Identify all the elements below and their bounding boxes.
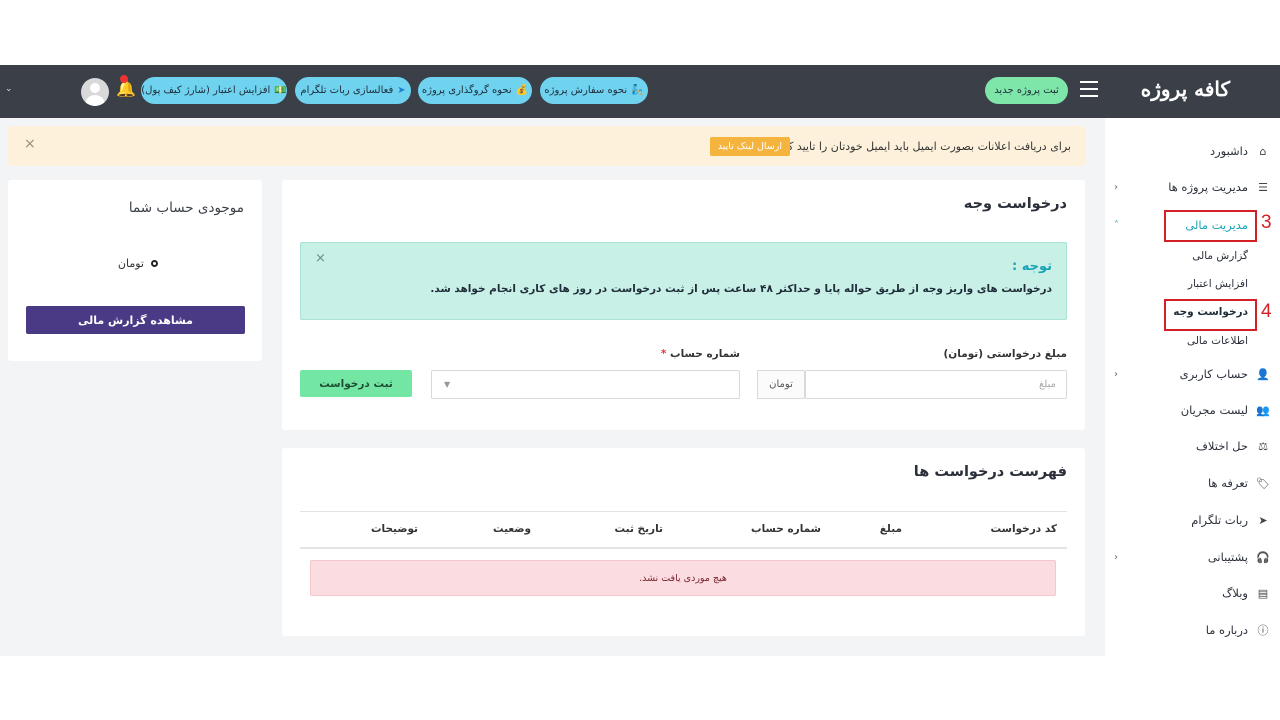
telegram-bot-label: فعالسازی ربات تلگرام	[300, 85, 394, 96]
genie-icon: 🧞	[631, 85, 644, 96]
request-list-card: فهرست درخواست ها کد درخواست مبلغ شماره ح…	[282, 448, 1085, 636]
account-select[interactable]: ▼	[431, 370, 740, 399]
sidebar-item-label: پشتیبانی	[1207, 550, 1248, 564]
amount-label: مبلغ درخواستی (تومان)	[943, 348, 1067, 360]
escrow-guide-button[interactable]: 💰 نحوه گروگذاری پروژه	[418, 77, 532, 104]
email-verify-alert: برای دریافت اعلانات بصورت ایمیل باید ایم…	[8, 126, 1085, 166]
sidebar-item-pricing[interactable]: 🏷 تعرفه ها	[1110, 473, 1270, 493]
sidebar-sub-top-up[interactable]: افزایش اعتبار	[1188, 278, 1248, 290]
top-up-wallet-button[interactable]: 💵 افزایش اعتبار (شارژ کیف پول)	[141, 77, 287, 104]
user-icon: 👤	[1256, 367, 1270, 381]
table-header: کد درخواست مبلغ شماره حساب تاریخ ثبت وضع…	[300, 511, 1067, 549]
menu-toggle-icon[interactable]	[1080, 81, 1098, 97]
sidebar-item-account[interactable]: 👤 حساب کاربری ‹	[1110, 364, 1270, 384]
sidebar-item-blog[interactable]: ▤ وبلاگ	[1110, 583, 1270, 603]
chevron-left-icon: ‹	[1114, 551, 1118, 563]
column-header: کد درخواست	[990, 523, 1057, 535]
sidebar-item-label: مدیریت پروژه ها	[1168, 180, 1248, 194]
withdraw-request-card: درخواست وجه توجه : درخواست های واریز وجه…	[282, 180, 1085, 430]
empty-state-message: هیچ موردی یافت نشد.	[310, 560, 1056, 596]
sidebar-item-telegram[interactable]: ➤ ربات تلگرام	[1110, 510, 1270, 530]
sidebar-item-label: حل اختلاف	[1195, 439, 1248, 453]
sidebar-item-label: تعرفه ها	[1208, 476, 1248, 490]
top-up-wallet-label: افزایش اعتبار (شارژ کیف پول)	[141, 85, 271, 96]
balance-title: موجودی حساب شما	[128, 200, 244, 216]
blog-icon: ▤	[1257, 586, 1269, 600]
chevron-down-icon: ▼	[444, 380, 451, 389]
telegram-icon: ➤	[1258, 513, 1268, 527]
chevron-left-icon: ‹	[1114, 368, 1118, 380]
step-number-3: 3	[1261, 212, 1272, 233]
send-verify-link-button[interactable]: ارسال لینک تایید	[709, 137, 790, 156]
sidebar-sub-financial-report[interactable]: گزارش مالی	[1192, 250, 1248, 262]
home-icon: ⌂	[1259, 144, 1267, 158]
headset-icon: 🎧	[1256, 550, 1270, 564]
sidebar-item-label: درباره ما	[1205, 623, 1248, 637]
page-title: درخواست وجه	[963, 196, 1067, 212]
highlight-box-finance	[1164, 210, 1257, 242]
currency-addon: تومان	[757, 370, 805, 399]
chevron-down-icon[interactable]: ⌄	[5, 84, 13, 94]
column-header: توضیحات	[370, 523, 418, 535]
bell-icon[interactable]: 🔔	[116, 75, 136, 98]
list-title: فهرست درخواست ها	[913, 464, 1067, 480]
alert-message: برای دریافت اعلانات بصورت ایمیل باید ایم…	[772, 140, 1071, 153]
telegram-icon: ➤	[397, 85, 406, 96]
sidebar-sub-financial-info[interactable]: اطلاعات مالی	[1187, 335, 1248, 347]
column-header: وضعیت	[492, 523, 531, 535]
required-mark: *	[660, 348, 667, 360]
sidebar-item-dashboard[interactable]: ⌂ داشبورد	[1110, 141, 1270, 161]
sidebar-item-support[interactable]: 🎧 پشتیبانی ‹	[1110, 547, 1270, 567]
balance-currency: تومان	[117, 257, 144, 270]
avatar[interactable]	[81, 78, 109, 106]
highlight-box-withdraw	[1164, 299, 1257, 331]
new-project-button[interactable]: ثبت پروژه جدید	[985, 77, 1068, 104]
chevron-up-icon: ˄	[1114, 219, 1119, 231]
info-icon: ⓘ	[1257, 624, 1269, 637]
order-guide-label: نحوه سفارش پروژه	[544, 85, 628, 96]
notice-text: درخواست های واریز وجه از طریق حواله پایا…	[430, 283, 1052, 295]
app-root: کافه پروژه ثبت پروژه جدید 🧞 نحوه سفارش پ…	[0, 0, 1280, 720]
site-logo[interactable]: کافه پروژه	[1141, 77, 1230, 101]
account-label: شماره حساب *	[661, 348, 740, 360]
close-icon[interactable]: ×	[315, 251, 326, 266]
notification-badge	[120, 75, 128, 83]
sidebar-item-label: لیست مجریان	[1180, 403, 1248, 417]
notice-title: توجه :	[1011, 259, 1052, 274]
list-icon: ☰	[1258, 180, 1268, 194]
amount-input[interactable]: مبلغ	[805, 370, 1067, 399]
tag-icon: 🏷	[1256, 476, 1270, 490]
view-financial-report-button[interactable]: مشاهده گزارش مالی	[26, 306, 245, 334]
account-label-text: شماره حساب	[670, 348, 740, 360]
balance-value: تومان	[118, 257, 158, 270]
sidebar-item-freelancers[interactable]: 👥 لیست مجریان	[1110, 400, 1270, 420]
chevron-left-icon: ‹	[1114, 181, 1118, 193]
order-guide-button[interactable]: 🧞 نحوه سفارش پروژه	[540, 77, 648, 104]
close-icon[interactable]: ×	[24, 136, 36, 152]
telegram-bot-button[interactable]: ➤ فعالسازی ربات تلگرام	[295, 77, 411, 104]
top-navbar: کافه پروژه ثبت پروژه جدید 🧞 نحوه سفارش پ…	[0, 65, 1280, 118]
sidebar-item-dispute[interactable]: ⚖ حل اختلاف	[1110, 436, 1270, 456]
sidebar-item-label: وبلاگ	[1222, 586, 1248, 600]
balance-card: موجودی حساب شما تومان مشاهده گزارش مالی	[8, 180, 262, 361]
notice-box: توجه : درخواست های واریز وجه از طریق حوا…	[300, 242, 1067, 320]
scale-icon: ⚖	[1258, 439, 1268, 453]
sidebar-item-label: حساب کاربری	[1179, 367, 1248, 381]
step-number-4: 4	[1261, 301, 1272, 322]
sidebar-item-projects[interactable]: ☰ مدیریت پروژه ها ‹	[1110, 177, 1270, 197]
cash-icon: 💵	[274, 85, 287, 96]
sidebar: ⌂ داشبورد ☰ مدیریت پروژه ها ‹ مدیریت مال…	[1105, 118, 1280, 656]
submit-request-button[interactable]: ثبت درخواست	[300, 370, 412, 397]
column-header: مبلغ	[879, 523, 902, 535]
column-header: شماره حساب	[751, 523, 821, 535]
escrow-guide-label: نحوه گروگذاری پروژه	[421, 85, 512, 96]
zero-value-icon	[151, 260, 158, 267]
money-bag-icon: 💰	[515, 85, 529, 96]
users-icon: 👥	[1256, 403, 1270, 417]
sidebar-item-label: ربات تلگرام	[1191, 513, 1248, 527]
column-header: تاریخ ثبت	[614, 523, 663, 535]
sidebar-item-label: داشبورد	[1209, 144, 1248, 158]
sidebar-item-about[interactable]: ⓘ درباره ما	[1110, 620, 1270, 640]
